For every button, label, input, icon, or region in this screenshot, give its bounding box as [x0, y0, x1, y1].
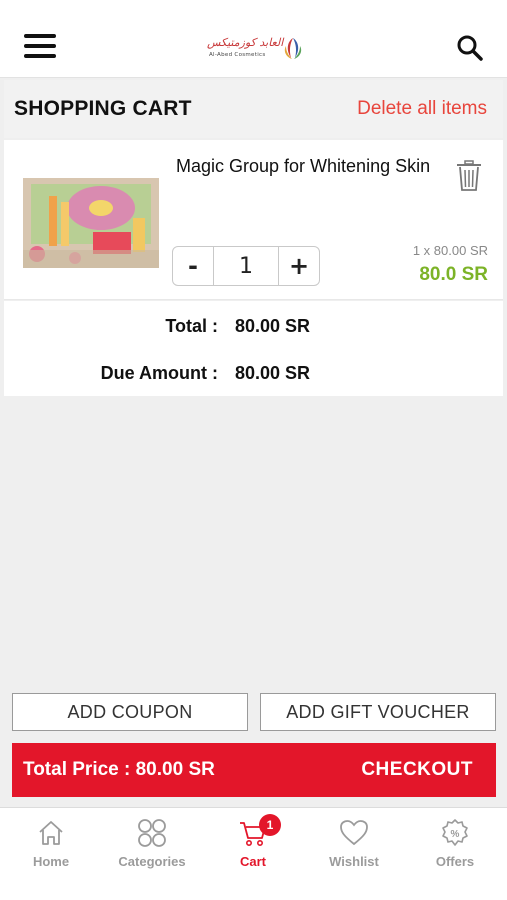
- tab-cart-label: Cart: [239, 854, 266, 869]
- tab-wishlist-label: Wishlist: [329, 854, 379, 869]
- total-value: 80.00 SR: [235, 316, 311, 336]
- flower-logo-icon: [284, 38, 302, 59]
- delete-all-items-link[interactable]: Delete all items: [357, 98, 487, 120]
- unit-price: 1 x 80.00 SR: [412, 243, 488, 258]
- due-amount-value: 80.00 SR: [235, 363, 311, 383]
- due-amount-row: Due Amount : 80.00 SR: [4, 363, 503, 391]
- offers-icon: %: [442, 819, 468, 846]
- logo-english-text: Al-Abed Cosmetics: [209, 52, 266, 58]
- line-total-price: 80.0 SR: [419, 264, 488, 285]
- cart-count-badge: 1: [259, 814, 281, 836]
- increment-button[interactable]: +: [279, 247, 319, 285]
- product-name[interactable]: Magic Group for Whitening Skin: [176, 156, 430, 177]
- categories-icon: [138, 819, 166, 847]
- add-coupon-button[interactable]: ADD COUPON: [12, 693, 248, 731]
- tab-wishlist[interactable]: Wishlist: [309, 818, 399, 888]
- quantity-stepper: - 1 +: [172, 246, 320, 286]
- total-price-text: Total Price : 80.00 SR: [23, 759, 215, 780]
- tab-offers[interactable]: % Offers: [410, 818, 500, 888]
- tab-home[interactable]: Home: [6, 818, 96, 888]
- heart-icon: [340, 820, 368, 846]
- add-gift-voucher-button[interactable]: ADD GIFT VOUCHER: [260, 693, 496, 731]
- checkout-bar: Total Price : 80.00 SR CHECKOUT: [12, 743, 496, 797]
- tab-offers-label: Offers: [435, 854, 475, 869]
- search-icon[interactable]: [456, 34, 484, 62]
- tab-cart[interactable]: 1 Cart: [208, 814, 298, 888]
- total-label: Total :: [165, 316, 218, 336]
- hamburger-menu-icon[interactable]: [24, 34, 56, 60]
- due-amount-label: Due Amount :: [100, 363, 218, 383]
- product-image[interactable]: [23, 178, 159, 268]
- page-title: SHOPPING CART: [14, 97, 192, 120]
- order-totals: Total : 80.00 SR Due Amount : 80.00 SR: [4, 301, 503, 396]
- tab-categories-label: Categories: [118, 854, 186, 869]
- svg-text:%: %: [451, 829, 460, 840]
- brand-logo[interactable]: العابد كوزمتيكس Al-Abed Cosmetics: [203, 34, 313, 64]
- home-icon: [39, 821, 63, 845]
- quantity-value[interactable]: 1: [213, 247, 279, 285]
- bottom-tab-bar: Home Categories 1 Cart Wishlist % Offers: [0, 807, 507, 900]
- cart-item: Magic Group for Whitening Skin - 1 + 1 x…: [4, 140, 503, 300]
- logo-arabic-text: العابد كوزمتيكس: [207, 36, 284, 49]
- tab-categories[interactable]: Categories: [107, 818, 197, 888]
- checkout-button[interactable]: CHECKOUT: [361, 759, 473, 781]
- trash-icon[interactable]: [456, 160, 482, 192]
- shopping-cart-header: SHOPPING CART Delete all items: [4, 80, 503, 138]
- total-row: Total : 80.00 SR: [4, 316, 503, 344]
- tab-home-label: Home: [32, 854, 70, 869]
- app-header: العابد كوزمتيكس Al-Abed Cosmetics: [0, 0, 507, 78]
- decrement-button[interactable]: -: [173, 247, 213, 285]
